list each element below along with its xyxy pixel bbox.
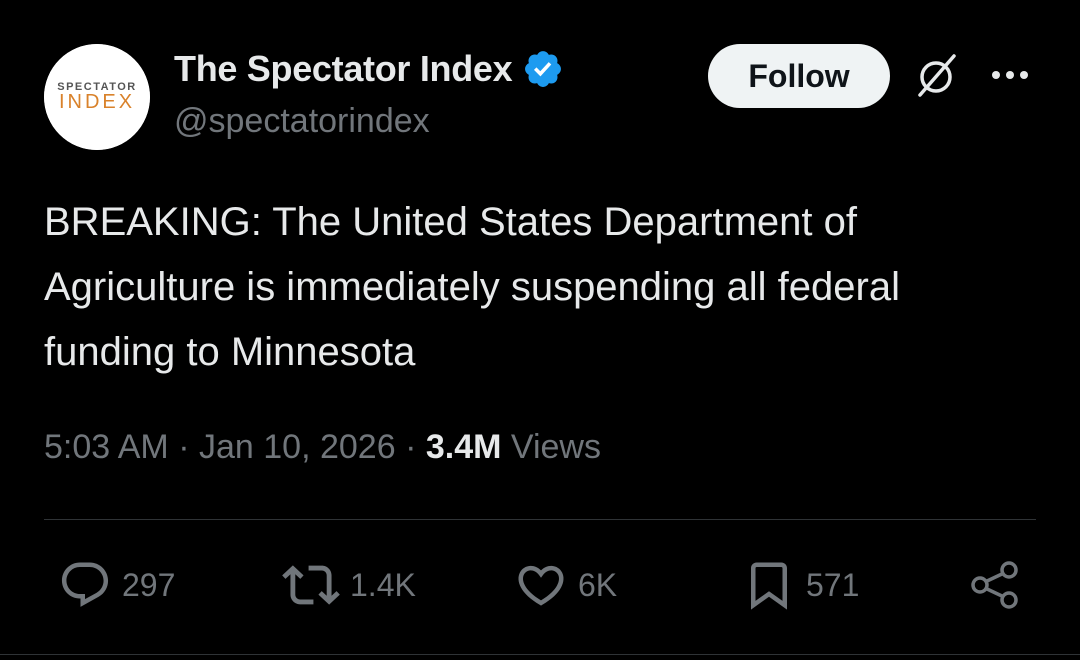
author-name-row: The Spectator Index — [174, 46, 564, 92]
heart-icon — [518, 565, 564, 606]
meta-separator-2: · — [405, 428, 417, 466]
tweet-meta: 5:03 AM · Jan 10, 2026 · 3.4M Views — [44, 422, 601, 472]
tweet-text: BREAKING: The United States Department o… — [44, 200, 900, 374]
meta-separator: · — [178, 428, 190, 466]
tweet-date[interactable]: Jan 10, 2026 — [199, 428, 396, 466]
grok-slash-icon[interactable] — [910, 50, 962, 102]
repost-icon — [282, 565, 340, 605]
like-button[interactable]: 6K — [514, 558, 617, 612]
share-icon — [971, 561, 1018, 609]
views-label: Views — [510, 428, 601, 466]
author-handle[interactable]: @spectatorindex — [174, 102, 430, 141]
views-count[interactable]: 3.4M — [426, 428, 502, 466]
reply-button[interactable]: 297 — [58, 558, 175, 612]
share-button[interactable] — [968, 558, 1022, 612]
tweet-time[interactable]: 5:03 AM — [44, 428, 169, 466]
bottom-divider — [0, 654, 1080, 655]
like-count: 6K — [578, 566, 618, 603]
avatar-logo: SPECTATOR INDEX — [44, 44, 150, 150]
repost-button[interactable]: 1.4K — [282, 558, 416, 612]
reply-icon — [61, 562, 109, 607]
bookmark-button[interactable]: 571 — [742, 558, 859, 612]
avatar[interactable]: SPECTATOR INDEX — [44, 44, 150, 150]
verified-badge-icon — [522, 48, 564, 90]
bookmark-icon — [751, 562, 787, 610]
repost-count: 1.4K — [350, 566, 416, 603]
follow-button[interactable]: Follow — [708, 44, 890, 108]
display-name[interactable]: The Spectator Index — [174, 48, 513, 90]
bookmark-count: 571 — [806, 566, 860, 603]
tweet-card: SPECTATOR INDEX The Spectator Index @spe… — [0, 0, 1080, 660]
more-dots-icon[interactable] — [990, 62, 1030, 88]
divider — [44, 519, 1036, 520]
reply-count: 297 — [122, 566, 176, 603]
avatar-text-index: INDEX — [59, 91, 135, 113]
